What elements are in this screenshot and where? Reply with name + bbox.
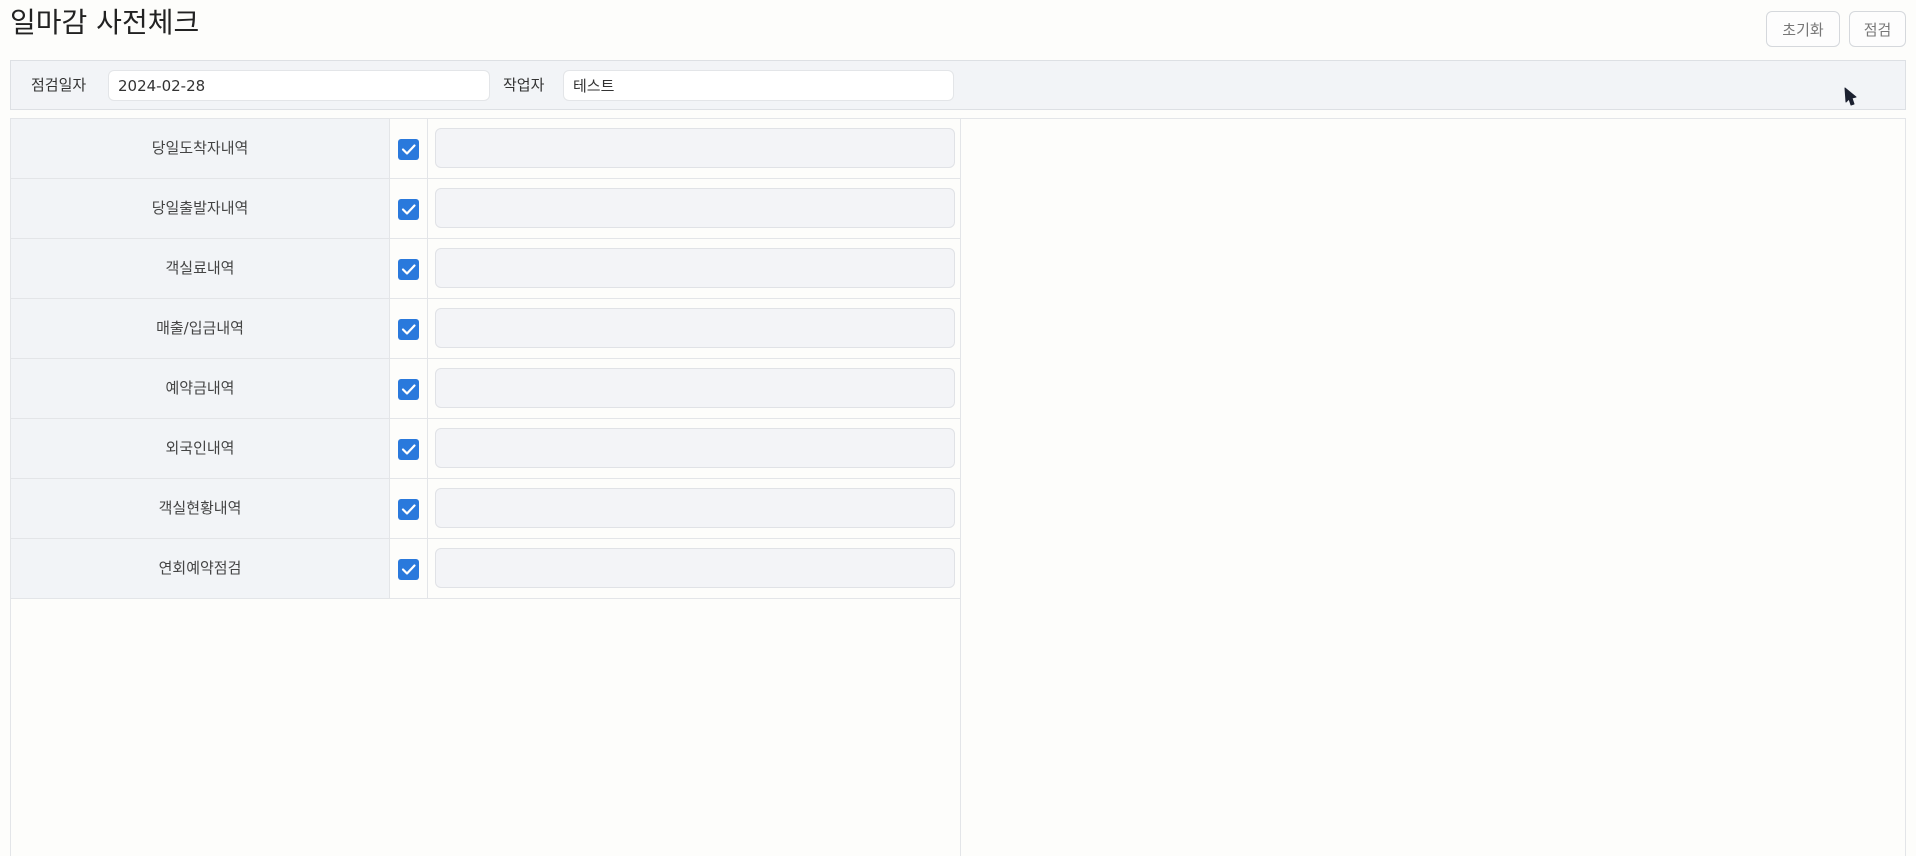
checklist-row: 매출/입금내역 — [11, 299, 960, 359]
checklist-item-label: 객실현황내역 — [11, 479, 390, 538]
checklist-note-input[interactable] — [435, 428, 955, 468]
checklist-note-input[interactable] — [435, 548, 955, 588]
checklist-row: 당일출발자내역 — [11, 179, 960, 239]
reset-button[interactable]: 초기화 — [1766, 11, 1840, 47]
checklist-item-label: 매출/입금내역 — [11, 299, 390, 358]
checkbox-cell — [390, 359, 428, 418]
checkbox-cell — [390, 119, 428, 178]
checklist-note-input[interactable] — [435, 128, 955, 168]
checklist-note-input[interactable] — [435, 188, 955, 228]
checkbox-cell — [390, 299, 428, 358]
checklist-item-label: 당일도착자내역 — [11, 119, 390, 178]
checkbox-cell — [390, 179, 428, 238]
checkbox-checked-icon[interactable] — [398, 439, 419, 460]
checklist-row: 예약금내역 — [11, 359, 960, 419]
checklist-note-input[interactable] — [435, 368, 955, 408]
mouse-cursor-icon — [1844, 87, 1857, 106]
worker-label: 작업자 — [503, 76, 545, 94]
checkbox-checked-icon[interactable] — [398, 319, 419, 340]
checklist-row: 외국인내역 — [11, 419, 960, 479]
worker-input[interactable] — [563, 70, 954, 101]
check-date-input[interactable] — [108, 70, 490, 101]
checkbox-cell — [390, 419, 428, 478]
page: 일마감 사전체크 초기화 점검 점검일자 작업자 당일도착자내역 당일출발자내역 — [0, 0, 1916, 856]
checklist-panel: 당일도착자내역 당일출발자내역 객실료내역 매출/입금내역 예약금내역 외국인내… — [10, 118, 1906, 856]
checkbox-checked-icon[interactable] — [398, 259, 419, 280]
checklist-item-label: 연회예약점검 — [11, 539, 390, 598]
checkbox-cell — [390, 239, 428, 298]
checklist-item-label: 당일출발자내역 — [11, 179, 390, 238]
top-toolbar: 초기화 점검 — [1766, 11, 1906, 47]
check-date-label: 점검일자 — [31, 76, 87, 94]
checkbox-checked-icon[interactable] — [398, 559, 419, 580]
checklist-row: 객실현황내역 — [11, 479, 960, 539]
checkbox-checked-icon[interactable] — [398, 499, 419, 520]
check-button[interactable]: 점검 — [1849, 11, 1906, 47]
checklist-note-input[interactable] — [435, 308, 955, 348]
checkbox-cell — [390, 479, 428, 538]
checkbox-checked-icon[interactable] — [398, 139, 419, 160]
filter-bar: 점검일자 작업자 — [10, 60, 1906, 110]
checklist-item-label: 객실료내역 — [11, 239, 390, 298]
checkbox-cell — [390, 539, 428, 598]
checklist-row: 당일도착자내역 — [11, 119, 960, 179]
checklist-item-label: 예약금내역 — [11, 359, 390, 418]
checklist-note-input[interactable] — [435, 248, 955, 288]
checklist-item-label: 외국인내역 — [11, 419, 390, 478]
checklist-row: 객실료내역 — [11, 239, 960, 299]
checkbox-checked-icon[interactable] — [398, 379, 419, 400]
checklist-note-input[interactable] — [435, 488, 955, 528]
page-title: 일마감 사전체크 — [10, 6, 200, 39]
checklist-row: 연회예약점검 — [11, 539, 960, 599]
checklist-table: 당일도착자내역 당일출발자내역 객실료내역 매출/입금내역 예약금내역 외국인내… — [11, 119, 961, 856]
checkbox-checked-icon[interactable] — [398, 199, 419, 220]
